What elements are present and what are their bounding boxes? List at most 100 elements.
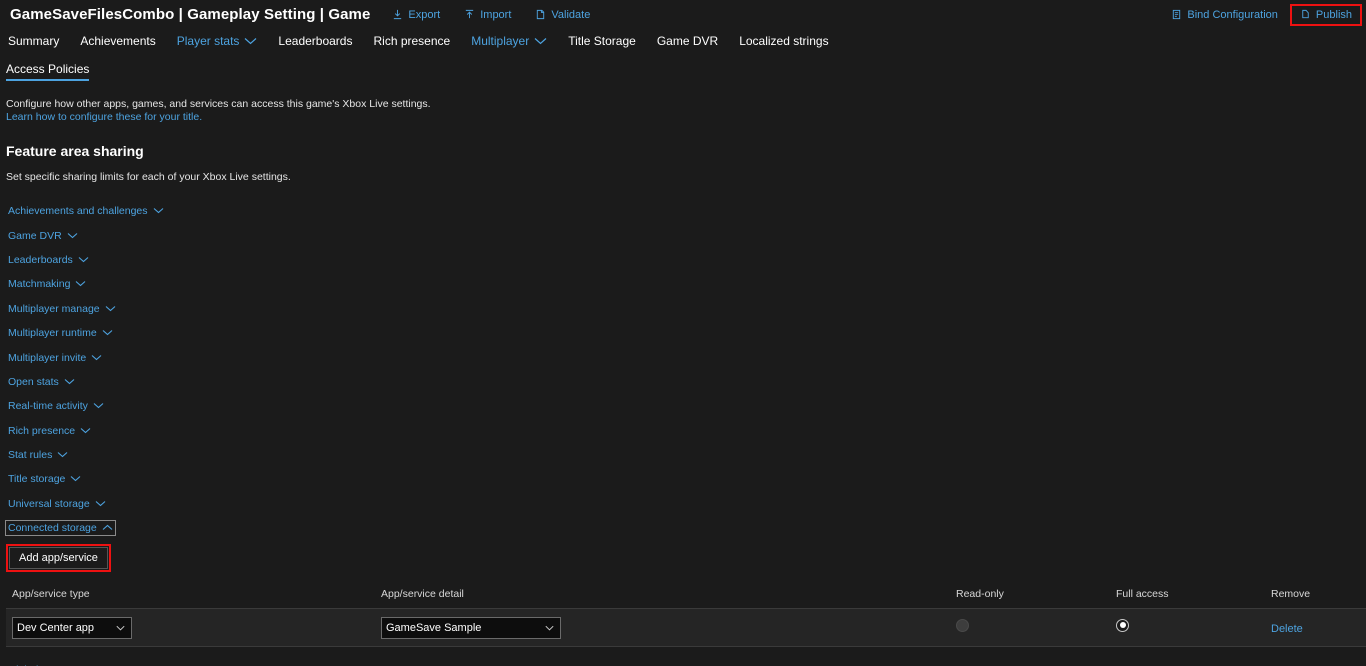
cell-app-service-detail: GameSave Sample (381, 616, 956, 639)
bind-configuration-button[interactable]: Bind Configuration (1167, 6, 1282, 24)
nav-item-localized-strings[interactable]: Localized strings (739, 34, 839, 48)
chevron-down-icon (78, 254, 89, 266)
cell-full-access (1116, 618, 1271, 637)
accordion-open-stats[interactable]: Open stats (6, 375, 77, 389)
accordion-rich-presence[interactable]: Rich presence (6, 424, 93, 438)
accordion-label: Stat rules (8, 449, 53, 462)
nav-item-label: Summary (8, 34, 60, 48)
main-content: Configure how other apps, games, and ser… (0, 81, 1366, 666)
accordion-label: Rich presence (8, 424, 76, 437)
chevron-down-icon (95, 498, 106, 510)
chevron-up-icon (102, 522, 113, 534)
access-policy-table: App/service type App/service detail Read… (6, 588, 1366, 648)
chevron-down-icon (80, 425, 91, 437)
column-header-full-access: Full access (1116, 588, 1169, 601)
nav-item-game-dvr[interactable]: Game DVR (657, 34, 729, 48)
accordion-game-dvr[interactable]: Game DVR (6, 229, 80, 243)
chevron-down-icon (105, 303, 116, 315)
nav-item-label: Title Storage (568, 34, 636, 48)
app-service-detail-select-wrap: GameSave Sample (381, 616, 561, 639)
accordion-label: Connected storage (8, 522, 97, 535)
global-storage-row: Global storage (6, 660, 1366, 666)
accordion-row: Open stats (6, 370, 1366, 394)
accordion-multiplayer-invite[interactable]: Multiplayer invite (6, 351, 104, 365)
sub-nav: Access Policies (0, 62, 1366, 81)
accordion-multiplayer-runtime[interactable]: Multiplayer runtime (6, 326, 115, 340)
nav-item-title-storage[interactable]: Title Storage (568, 34, 647, 48)
accordion-row: Multiplayer invite (6, 345, 1366, 369)
nav-item-label: Leaderboards (278, 34, 353, 48)
nav-item-multiplayer[interactable]: Multiplayer (471, 34, 558, 48)
accordion-label: Game DVR (8, 229, 62, 242)
chevron-down-icon (67, 230, 78, 242)
nav-item-leaderboards[interactable]: Leaderboards (278, 34, 363, 48)
chevron-down-icon (244, 34, 257, 48)
accordion-connected-storage[interactable]: Connected storage (5, 520, 116, 537)
chevron-down-icon (75, 278, 86, 290)
column-header-read-only: Read-only (956, 588, 1004, 601)
column-header-app-service-type: App/service type (12, 588, 90, 601)
accordion-row: Universal storage (6, 492, 1366, 516)
learn-more-link[interactable]: Learn how to configure these for your ti… (6, 111, 1366, 123)
publish-cloud-icon (1300, 9, 1311, 20)
accordion-multiplayer-manage[interactable]: Multiplayer manage (6, 302, 118, 316)
accordion-label: Universal storage (8, 497, 90, 510)
add-button-row: Add app/service (6, 544, 1366, 573)
read-only-radio[interactable] (956, 618, 969, 632)
accordion-stat-rules[interactable]: Stat rules (6, 448, 70, 462)
table-body: Dev Center app GameSave Sample Delete (6, 609, 1366, 648)
validate-button[interactable]: Validate (531, 6, 594, 24)
accordion-row: Title storage (6, 467, 1366, 491)
import-label: Import (480, 8, 512, 21)
accordion-label: Real-time activity (8, 400, 88, 413)
accordion-universal-storage[interactable]: Universal storage (6, 497, 108, 511)
accordion-row: Stat rules (6, 443, 1366, 467)
chevron-down-icon (91, 352, 102, 364)
nav-item-rich-presence[interactable]: Rich presence (373, 34, 461, 48)
accordion-row: Multiplayer manage (6, 297, 1366, 321)
accordion-real-time-activity[interactable]: Real-time activity (6, 399, 106, 413)
full-access-radio[interactable] (1116, 618, 1129, 632)
export-button[interactable]: Export (388, 6, 444, 24)
header-right-group: Bind Configuration Publish (1167, 0, 1363, 29)
delete-link[interactable]: Delete (1271, 623, 1303, 635)
nav-item-label: Achievements (80, 34, 156, 48)
import-button[interactable]: Import (460, 6, 515, 24)
accordion-achievements-and-challenges[interactable]: Achievements and challenges (6, 204, 166, 218)
cell-read-only (956, 618, 1116, 637)
main-nav: Summary Achievements Player stats Leaderboa… (0, 29, 1366, 53)
accordion-row: Game DVR (6, 223, 1366, 247)
table-header-row: App/service type App/service detail Read… (6, 588, 1366, 610)
nav-item-summary[interactable]: Summary (8, 34, 70, 48)
publish-label: Publish (1315, 8, 1352, 21)
chevron-down-icon (153, 205, 164, 217)
upload-icon (464, 9, 475, 20)
accordion-leaderboards[interactable]: Leaderboards (6, 253, 91, 267)
accordion-row: Real-time activity (6, 394, 1366, 418)
accordion-row: Multiplayer runtime (6, 321, 1366, 345)
accordion-label: Leaderboards (8, 253, 73, 266)
cell-remove: Delete (1271, 619, 1361, 637)
feature-area-description: Set specific sharing limits for each of … (6, 171, 291, 183)
nav-item-label: Localized strings (739, 34, 829, 48)
accordion-title-storage[interactable]: Title storage (6, 472, 83, 486)
nav-item-achievements[interactable]: Achievements (80, 34, 166, 48)
app-service-type-select[interactable]: Dev Center app (12, 616, 132, 639)
accordion-label: Achievements and challenges (8, 205, 148, 218)
publish-button[interactable]: Publish (1300, 9, 1352, 21)
add-app-service-button[interactable]: Add app/service (9, 547, 108, 570)
table-row: Dev Center app GameSave Sample Delete (6, 609, 1366, 648)
accordion-label: Matchmaking (8, 278, 71, 291)
accordion-list: Achievements and challenges Game DVR Leade… (5, 199, 1366, 540)
accordion-row: Leaderboards (6, 248, 1366, 272)
nav-item-player-stats[interactable]: Player stats (177, 34, 269, 48)
accordion-row: Rich presence (6, 419, 1366, 443)
validate-label: Validate (551, 8, 591, 21)
column-header-app-service-detail: App/service detail (381, 588, 464, 601)
page-title: GameSaveFilesCombo | Gameplay Setting | … (10, 6, 371, 23)
tab-access-policies[interactable]: Access Policies (6, 62, 90, 81)
bind-document-icon (1171, 9, 1182, 20)
accordion-matchmaking[interactable]: Matchmaking (6, 277, 88, 291)
nav-item-label: Player stats (176, 34, 240, 48)
app-service-detail-select[interactable]: GameSave Sample (381, 616, 561, 639)
